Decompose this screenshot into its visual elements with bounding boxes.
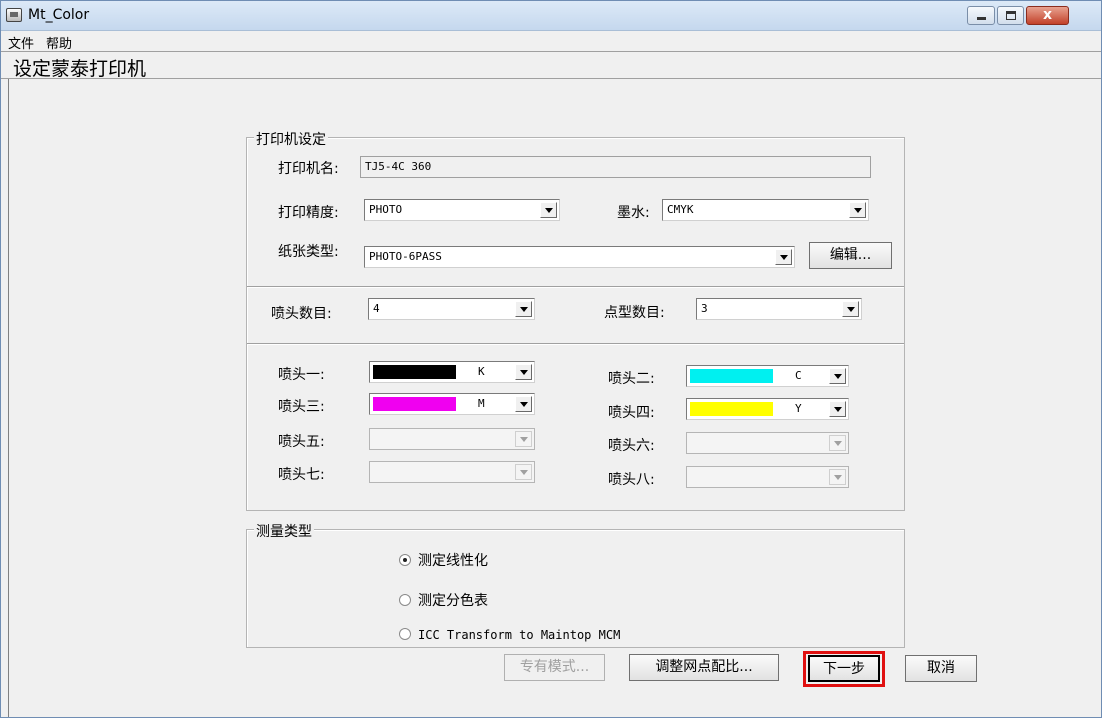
radio-icc-transform[interactable]: ICC Transform to Maintop MCM — [399, 628, 620, 642]
chevron-down-icon[interactable] — [849, 202, 866, 218]
chevron-down-icon[interactable] — [842, 301, 859, 317]
step-header: 设定蒙泰打印机 — [1, 51, 1101, 80]
dialog-content: 打印机设定 打印机名: TJ5-4C 360 打印精度: PHOTO 墨水: C… — [8, 79, 1101, 717]
head-count-value: 4 — [373, 302, 380, 315]
maximize-icon — [1006, 11, 1016, 20]
head-6-label: 喷头六: — [608, 438, 655, 454]
head-1-color-select[interactable]: K — [369, 361, 535, 383]
menu-bar: 文件 帮助 — [1, 31, 1101, 52]
head-4-color-select[interactable]: Y — [686, 398, 849, 420]
radio-icon[interactable] — [399, 628, 411, 640]
head-8-color-select — [686, 466, 849, 488]
head-5-color-select — [369, 428, 535, 450]
divider — [247, 286, 904, 288]
adjust-dot-ratio-button[interactable]: 调整网点配比... — [629, 654, 779, 681]
chevron-down-icon[interactable] — [515, 396, 532, 412]
chevron-down-icon[interactable] — [775, 249, 792, 265]
exclusive-mode-button: 专有模式... — [504, 654, 605, 681]
head-count-select[interactable]: 4 — [368, 298, 535, 320]
printer-settings-title: 打印机设定 — [254, 129, 328, 149]
chevron-down-icon[interactable] — [515, 301, 532, 317]
minimize-button[interactable] — [967, 6, 995, 25]
dot-count-select[interactable]: 3 — [696, 298, 862, 320]
paper-type-value: PHOTO-6PASS — [369, 250, 442, 263]
app-icon — [6, 8, 22, 22]
radio-icc-transform-label: ICC Transform to Maintop MCM — [418, 628, 621, 642]
head-count-label: 喷头数目: — [271, 306, 332, 322]
head-5-label: 喷头五: — [278, 434, 325, 450]
page-title: 设定蒙泰打印机 — [13, 58, 147, 80]
dot-count-value: 3 — [701, 302, 708, 315]
printer-name-label: 打印机名: — [278, 161, 339, 177]
maximize-button[interactable] — [997, 6, 1024, 25]
chevron-down-icon — [829, 435, 846, 451]
head-7-label: 喷头七: — [278, 467, 325, 483]
head-7-color-select — [369, 461, 535, 483]
ink-value: CMYK — [667, 203, 694, 216]
chevron-down-icon — [515, 464, 532, 480]
menu-help[interactable]: 帮助 — [46, 33, 72, 52]
chevron-down-icon[interactable] — [540, 202, 557, 218]
precision-label: 打印精度: — [278, 205, 339, 221]
radio-linearization-label: 测定线性化 — [418, 553, 488, 569]
app-window: Mt_Color x 文件 帮助 设定蒙泰打印机 打印机设定 打印机名: TJ5… — [0, 0, 1102, 718]
radio-separation-table-label: 测定分色表 — [418, 593, 488, 609]
head-2-label: 喷头二: — [608, 371, 655, 387]
paper-type-select[interactable]: PHOTO-6PASS — [364, 246, 795, 268]
close-button[interactable]: x — [1026, 6, 1069, 25]
head-4-swatch — [690, 402, 773, 416]
divider — [247, 343, 904, 345]
radio-linearization[interactable]: 测定线性化 — [399, 550, 488, 570]
dot-count-label: 点型数目: — [604, 305, 665, 321]
head-2-swatch — [690, 369, 773, 383]
chevron-down-icon — [829, 469, 846, 485]
minimize-icon — [977, 17, 986, 20]
cancel-button[interactable]: 取消 — [905, 655, 977, 682]
head-2-color-select[interactable]: C — [686, 365, 849, 387]
ink-label: 墨水: — [617, 205, 650, 221]
ink-select[interactable]: CMYK — [662, 199, 869, 221]
chevron-down-icon[interactable] — [829, 368, 846, 384]
printer-name-field: TJ5-4C 360 — [360, 156, 871, 178]
head-3-swatch — [373, 397, 456, 411]
head-1-letter: K — [478, 365, 485, 378]
head-4-letter: Y — [795, 402, 802, 415]
paper-type-label: 纸张类型: — [278, 244, 339, 260]
radio-separation-table[interactable]: 测定分色表 — [399, 590, 488, 610]
head-3-label: 喷头三: — [278, 399, 325, 415]
head-1-label: 喷头一: — [278, 367, 325, 383]
head-1-swatch — [373, 365, 456, 379]
title-bar[interactable]: Mt_Color x — [1, 1, 1101, 31]
precision-value: PHOTO — [369, 203, 403, 216]
printer-settings-group: 打印机设定 打印机名: TJ5-4C 360 打印精度: PHOTO 墨水: C… — [246, 129, 905, 511]
head-2-letter: C — [795, 369, 802, 382]
menu-file[interactable]: 文件 — [8, 33, 34, 52]
measure-type-group: 测量类型 测定线性化 测定分色表 ICC Transform to Mainto… — [246, 521, 905, 648]
precision-select[interactable]: PHOTO — [364, 199, 560, 221]
head-6-color-select — [686, 432, 849, 454]
edit-button[interactable]: 编辑... — [809, 242, 892, 269]
measure-type-title: 测量类型 — [254, 521, 314, 541]
head-3-letter: M — [478, 397, 485, 410]
head-8-label: 喷头八: — [608, 472, 655, 488]
chevron-down-icon — [515, 431, 532, 447]
next-button[interactable]: 下一步 — [808, 655, 880, 682]
chevron-down-icon[interactable] — [515, 364, 532, 380]
close-icon: x — [1042, 7, 1053, 23]
chevron-down-icon[interactable] — [829, 401, 846, 417]
radio-icon[interactable] — [399, 554, 411, 566]
head-3-color-select[interactable]: M — [369, 393, 535, 415]
head-4-label: 喷头四: — [608, 405, 655, 421]
radio-icon[interactable] — [399, 594, 411, 606]
window-title: Mt_Color — [28, 7, 90, 23]
